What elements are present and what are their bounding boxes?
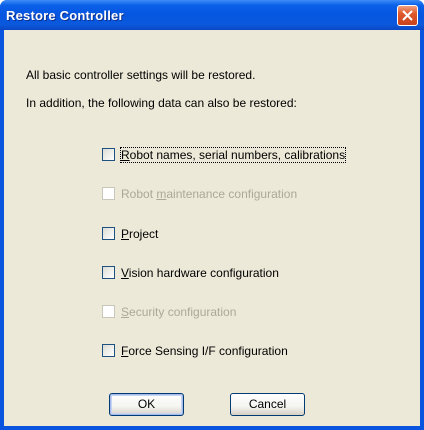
message-line-1: All basic controller settings will be re… bbox=[26, 68, 256, 82]
dialog-body: All basic controller settings will be re… bbox=[4, 30, 420, 426]
checkbox-box[interactable] bbox=[102, 187, 115, 200]
checkbox-box[interactable] bbox=[102, 266, 115, 279]
cancel-button[interactable]: Cancel bbox=[230, 393, 305, 416]
checkbox-box[interactable] bbox=[102, 344, 115, 357]
option-robot-maintenance-label: Robot maintenance configuration bbox=[121, 187, 298, 201]
checkbox-box[interactable] bbox=[102, 148, 115, 161]
restore-controller-dialog: Restore Controller All basic controller … bbox=[0, 0, 424, 430]
option-security-label: Security configuration bbox=[121, 305, 237, 319]
message-line-2: In addition, the following data can also… bbox=[26, 96, 297, 110]
title-bar[interactable]: Restore Controller bbox=[0, 0, 424, 30]
ok-button[interactable]: OK bbox=[109, 393, 184, 416]
checkbox-box[interactable] bbox=[102, 305, 115, 318]
option-project-label: Project bbox=[121, 227, 159, 241]
option-force-sensing-label: Force Sensing I/F configuration bbox=[121, 344, 288, 358]
close-button[interactable] bbox=[397, 5, 418, 26]
checkbox-box[interactable] bbox=[102, 227, 115, 240]
option-robot-names-label: Robot names, serial numbers, calibration… bbox=[119, 147, 347, 163]
window-title: Restore Controller bbox=[6, 8, 124, 23]
option-vision-hardware-label: Vision hardware configuration bbox=[121, 266, 279, 280]
close-icon bbox=[402, 10, 413, 21]
